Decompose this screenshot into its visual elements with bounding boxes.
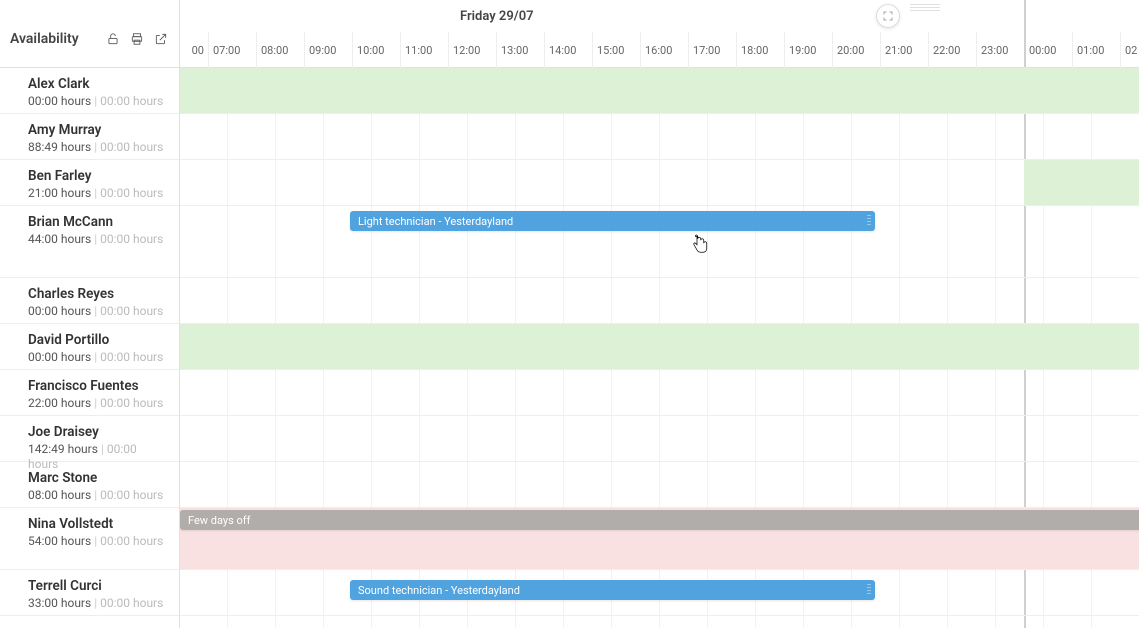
hour-cell: 01:00 [1072, 32, 1120, 68]
hour-cell: 18:00 [736, 32, 784, 68]
person-hours: 54:00 hours|00:00 hours [28, 534, 167, 548]
schedule-event[interactable]: Few days off [180, 510, 1139, 530]
person-hours: 08:00 hours|00:00 hours [28, 488, 167, 502]
timeline-row[interactable] [180, 370, 1139, 416]
left-header: Availability [0, 0, 179, 68]
person-hours: 22:00 hours|00:00 hours [28, 396, 167, 410]
left-column: Availability Alex Clark 00:00 hours|00:00… [0, 0, 180, 628]
person-name: Brian McCann [28, 214, 167, 230]
person-row[interactable]: Charles Reyes 00:00 hours|00:00 hours [0, 278, 179, 324]
schedule-event[interactable]: Light technician - Yesterdayland [350, 211, 875, 231]
person-name: Amy Murray [28, 122, 167, 138]
person-hours: 33:00 hours|00:00 hours [28, 596, 167, 610]
person-name: Nina Vollstedt [28, 516, 167, 532]
hour-cell: 19:00 [784, 32, 832, 68]
person-hours: 88:49 hours|00:00 hours [28, 140, 167, 154]
hour-cell: 02 [1120, 32, 1139, 68]
column-drag-handle[interactable] [910, 4, 940, 12]
fullscreen-button[interactable] [876, 4, 900, 28]
hour-cell: 00:00 [1024, 32, 1072, 68]
open-external-icon[interactable] [153, 31, 169, 47]
hour-cell: 20:00 [832, 32, 880, 68]
hour-cell: 07:00 [208, 32, 256, 68]
hour-cell: 10:00 [352, 32, 400, 68]
person-row[interactable]: Alex Clark 00:00 hours|00:00 hours [0, 68, 179, 114]
person-hours: 44:00 hours|00:00 hours [28, 232, 167, 246]
hour-cell: 00 [180, 32, 208, 68]
hour-cell: 23:00 [976, 32, 1024, 68]
person-name: Terrell Curci [28, 578, 167, 594]
person-hours: 00:00 hours|00:00 hours [28, 304, 167, 318]
timeline-row[interactable] [180, 114, 1139, 160]
person-row[interactable]: Joe Draisey142:49 hours|00:00 hours [0, 416, 179, 462]
timeline: Friday 29/07 0007:0008:0009:0010:0011:00… [180, 0, 1139, 628]
left-actions [105, 31, 169, 47]
person-row[interactable]: Nina Vollstedt 54:00 hours|00:00 hours [0, 508, 179, 570]
timeline-row[interactable] [180, 416, 1139, 462]
person-name: Joe Draisey [28, 424, 167, 440]
person-hours: 00:00 hours|00:00 hours [28, 94, 167, 108]
person-name: David Portillo [28, 332, 167, 348]
person-row[interactable]: Terrell Curci 33:00 hours|00:00 hours [0, 570, 179, 616]
timeline-row[interactable]: Light technician - Yesterdayland [180, 206, 1139, 278]
schedule-event[interactable]: Sound technician - Yesterdayland [350, 580, 875, 600]
hour-cell: 12:00 [448, 32, 496, 68]
hour-cell: 11:00 [400, 32, 448, 68]
hour-cell: 15:00 [592, 32, 640, 68]
hour-cell: 09:00 [304, 32, 352, 68]
person-name: Alex Clark [28, 76, 167, 92]
timeline-row[interactable]: Sound technician - Yesterdayland [180, 570, 1139, 616]
people-list: Alex Clark 00:00 hours|00:00 hours Amy Mur… [0, 68, 179, 616]
person-name: Charles Reyes [28, 286, 167, 302]
timeline-row[interactable] [180, 324, 1139, 370]
availability-shade [180, 324, 1139, 369]
timeline-hours-row: 0007:0008:0009:0010:0011:0012:0013:0014:… [180, 32, 1139, 68]
availability-shade [1024, 160, 1139, 205]
person-hours: 21:00 hours|00:00 hours [28, 186, 167, 200]
timeline-row[interactable] [180, 462, 1139, 508]
person-row[interactable]: Marc Stone 08:00 hours|00:00 hours [0, 462, 179, 508]
timeline-row[interactable] [180, 68, 1139, 114]
hour-cell: 16:00 [640, 32, 688, 68]
timeline-date: Friday 29/07 [180, 0, 1139, 32]
timeline-body[interactable]: Light technician - Yesterdayland Few days… [180, 68, 1139, 628]
person-name: Francisco Fuentes [28, 378, 167, 394]
person-row[interactable]: Amy Murray 88:49 hours|00:00 hours [0, 114, 179, 160]
person-row[interactable]: Ben Farley 21:00 hours|00:00 hours [0, 160, 179, 206]
availability-shade [180, 68, 1139, 113]
timeline-row[interactable]: Few days off [180, 508, 1139, 570]
hour-cell: 08:00 [256, 32, 304, 68]
person-row[interactable]: David Portillo 00:00 hours|00:00 hours [0, 324, 179, 370]
event-resize-grip[interactable] [867, 215, 871, 227]
person-name: Ben Farley [28, 168, 167, 184]
person-hours: 00:00 hours|00:00 hours [28, 350, 167, 364]
event-resize-grip[interactable] [867, 584, 871, 596]
print-icon[interactable] [129, 31, 145, 47]
person-name: Marc Stone [28, 470, 167, 486]
hour-cell: 22:00 [928, 32, 976, 68]
unlock-icon[interactable] [105, 31, 121, 47]
person-row[interactable]: Brian McCann 44:00 hours|00:00 hours [0, 206, 179, 278]
hour-cell: 21:00 [880, 32, 928, 68]
availability-title: Availability [10, 31, 79, 47]
hour-cell: 17:00 [688, 32, 736, 68]
timeline-row[interactable] [180, 278, 1139, 324]
hour-cell: 14:00 [544, 32, 592, 68]
timeline-row[interactable] [180, 160, 1139, 206]
hour-cell: 13:00 [496, 32, 544, 68]
timeline-header: Friday 29/07 0007:0008:0009:0010:0011:00… [180, 0, 1139, 68]
person-row[interactable]: Francisco Fuentes 22:00 hours|00:00 hours [0, 370, 179, 416]
